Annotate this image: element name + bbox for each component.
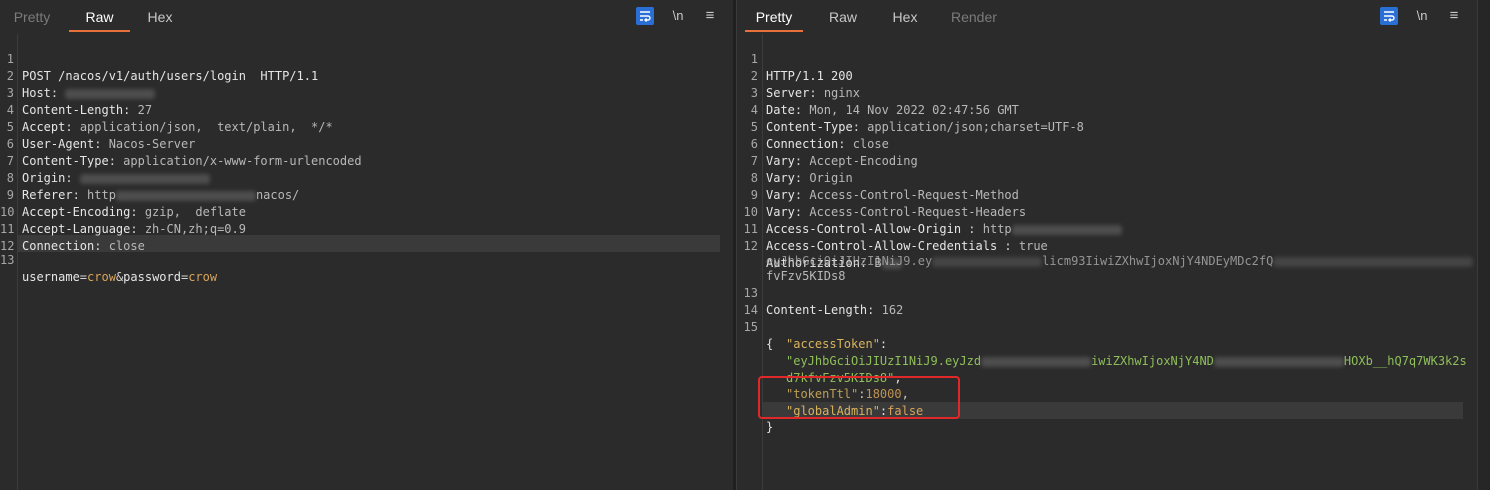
response-tab-hex[interactable]: Hex — [892, 6, 918, 30]
newline-toggle-button[interactable]: \n — [1414, 6, 1430, 26]
response-header-row: 8 Vary: Access-Control-Request-Method — [737, 153, 1477, 202]
response-header-row: 9 Vary: Access-Control-Request-Headers — [737, 170, 1477, 219]
json-close-brace: } — [766, 420, 774, 434]
response-editor[interactable]: 1 HTTP/1.1 200 2 Server: nginx 3 Date: M… — [737, 34, 1477, 490]
response-tab-render[interactable]: Render — [951, 6, 997, 30]
newline-toggle-button[interactable]: \n — [670, 6, 686, 26]
request-header-row: 9 Accept-Encoding: gzip, deflate — [0, 170, 733, 219]
param-value-password: crow — [188, 270, 218, 284]
response-header-continuation: fvFzv5KIDs8 — [737, 251, 1477, 283]
request-header-row: 2 Host: — [0, 51, 733, 100]
request-header-row: 5 User-Agent: Nacos-Server — [0, 102, 733, 151]
menu-icon[interactable]: ≡ — [1446, 6, 1462, 26]
request-header-row: 7 Origin: — [0, 136, 733, 185]
request-header-row: 4 Accept: application/json, text/plain, … — [0, 85, 733, 134]
response-header-row: 6 Vary: Accept-Encoding — [737, 119, 1477, 168]
json-open-brace-row: 15 { — [737, 302, 1477, 351]
response-header-row: 3 Date: Mon, 14 Nov 2022 02:47:56 GMT — [737, 68, 1477, 117]
request-header-row: 11 Connection: close — [0, 222, 145, 253]
request-header-row: 3 Content-Length: 27 — [0, 68, 733, 117]
json-value-row: "eyJhbGciOiJIUzI1NiJ9.eyJzd iwiZXhwIjoxNj… — [737, 336, 1477, 368]
response-header-row: 13 Content-Length: 162 — [737, 268, 1477, 317]
response-header-row: 5 Connection: close — [737, 102, 1477, 151]
menu-icon[interactable]: ≡ — [702, 6, 718, 26]
request-editor[interactable]: 1 POST /nacos/v1/auth/users/login HTTP/1… — [0, 34, 733, 490]
param-name-username: username — [22, 270, 80, 284]
request-pane: Pretty Raw Hex \n ≡ 1 POST /nacos/v1/aut… — [0, 0, 734, 490]
json-key-row: "accessToken": — [786, 337, 888, 351]
request-line: 1 POST /nacos/v1/auth/users/login HTTP/1… — [0, 34, 733, 83]
response-tabbar: Pretty Raw Hex Render \n ≡ — [737, 0, 1477, 34]
request-header-row: 10 Accept-Language: zh-CN,zh;q=0.9 — [0, 205, 246, 236]
request-tab-hex[interactable]: Hex — [146, 6, 174, 30]
param-name-password: password — [123, 270, 181, 284]
request-header-row: 6 Content-Type: application/x-www-form-u… — [0, 119, 733, 168]
wrap-lines-icon[interactable] — [1380, 7, 1398, 25]
request-body-row[interactable]: 13 username=crow&password=crow — [0, 235, 733, 284]
side-strip — [1477, 0, 1490, 490]
response-header-row: 10 Access-Control-Allow-Origin : http — [737, 187, 1477, 236]
response-tab-raw[interactable]: Raw — [829, 6, 857, 30]
status-line: 1 HTTP/1.1 200 — [737, 34, 1477, 83]
request-tab-pretty[interactable]: Pretty — [12, 6, 52, 30]
json-value-row: d7kfvFzv5KIDs8", — [786, 371, 902, 385]
response-header-row: 2 Server: nginx — [737, 51, 1477, 100]
response-blank-row: 14 — [737, 285, 1477, 317]
request-tabbar: Pretty Raw Hex \n ≡ — [0, 0, 733, 34]
response-header-row: 7 Vary: Origin — [737, 136, 1477, 185]
line-number: 13 — [0, 253, 15, 267]
wrap-lines-icon[interactable] — [636, 7, 654, 25]
response-tab-pretty[interactable]: Pretty — [745, 6, 803, 32]
request-tab-raw[interactable]: Raw — [69, 6, 130, 32]
response-header-row: 4 Content-Type: application/json;charset… — [737, 85, 1477, 134]
param-value-username: crow — [87, 270, 116, 284]
request-header-row: 8 Referer: http nacos/ — [0, 153, 733, 202]
response-header-row: 11 Access-Control-Allow-Credentials : tr… — [737, 204, 1477, 253]
highlight-box — [758, 376, 960, 419]
